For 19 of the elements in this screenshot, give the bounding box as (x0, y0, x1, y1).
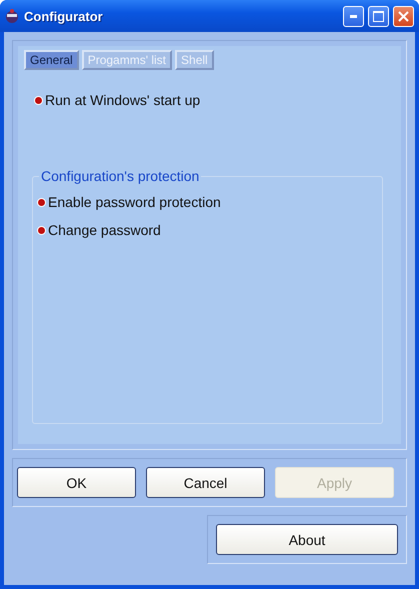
bullet-icon (37, 226, 46, 234)
tab[interactable]: General (24, 50, 79, 70)
bullet-icon (37, 198, 46, 206)
close-icon (398, 10, 409, 22)
bullet-icon (34, 96, 43, 104)
close-button[interactable] (393, 6, 414, 26)
dialog-button[interactable]: OK (17, 467, 136, 498)
maximize-icon (373, 10, 384, 22)
minimize-icon (350, 14, 358, 18)
window-title: Configurator (24, 8, 104, 24)
app-icon (4, 8, 20, 24)
minimize-button[interactable] (343, 6, 364, 26)
option-label[interactable]: Run at Windows' start up (45, 92, 200, 108)
about-button[interactable]: About (216, 524, 398, 555)
option-label[interactable]: Change password (48, 222, 161, 238)
maximize-button[interactable] (368, 6, 389, 26)
dialog-button[interactable]: Cancel (146, 467, 265, 498)
group-title: Configuration's protection (40, 168, 200, 184)
option-label[interactable]: Enable password protection (48, 194, 221, 210)
